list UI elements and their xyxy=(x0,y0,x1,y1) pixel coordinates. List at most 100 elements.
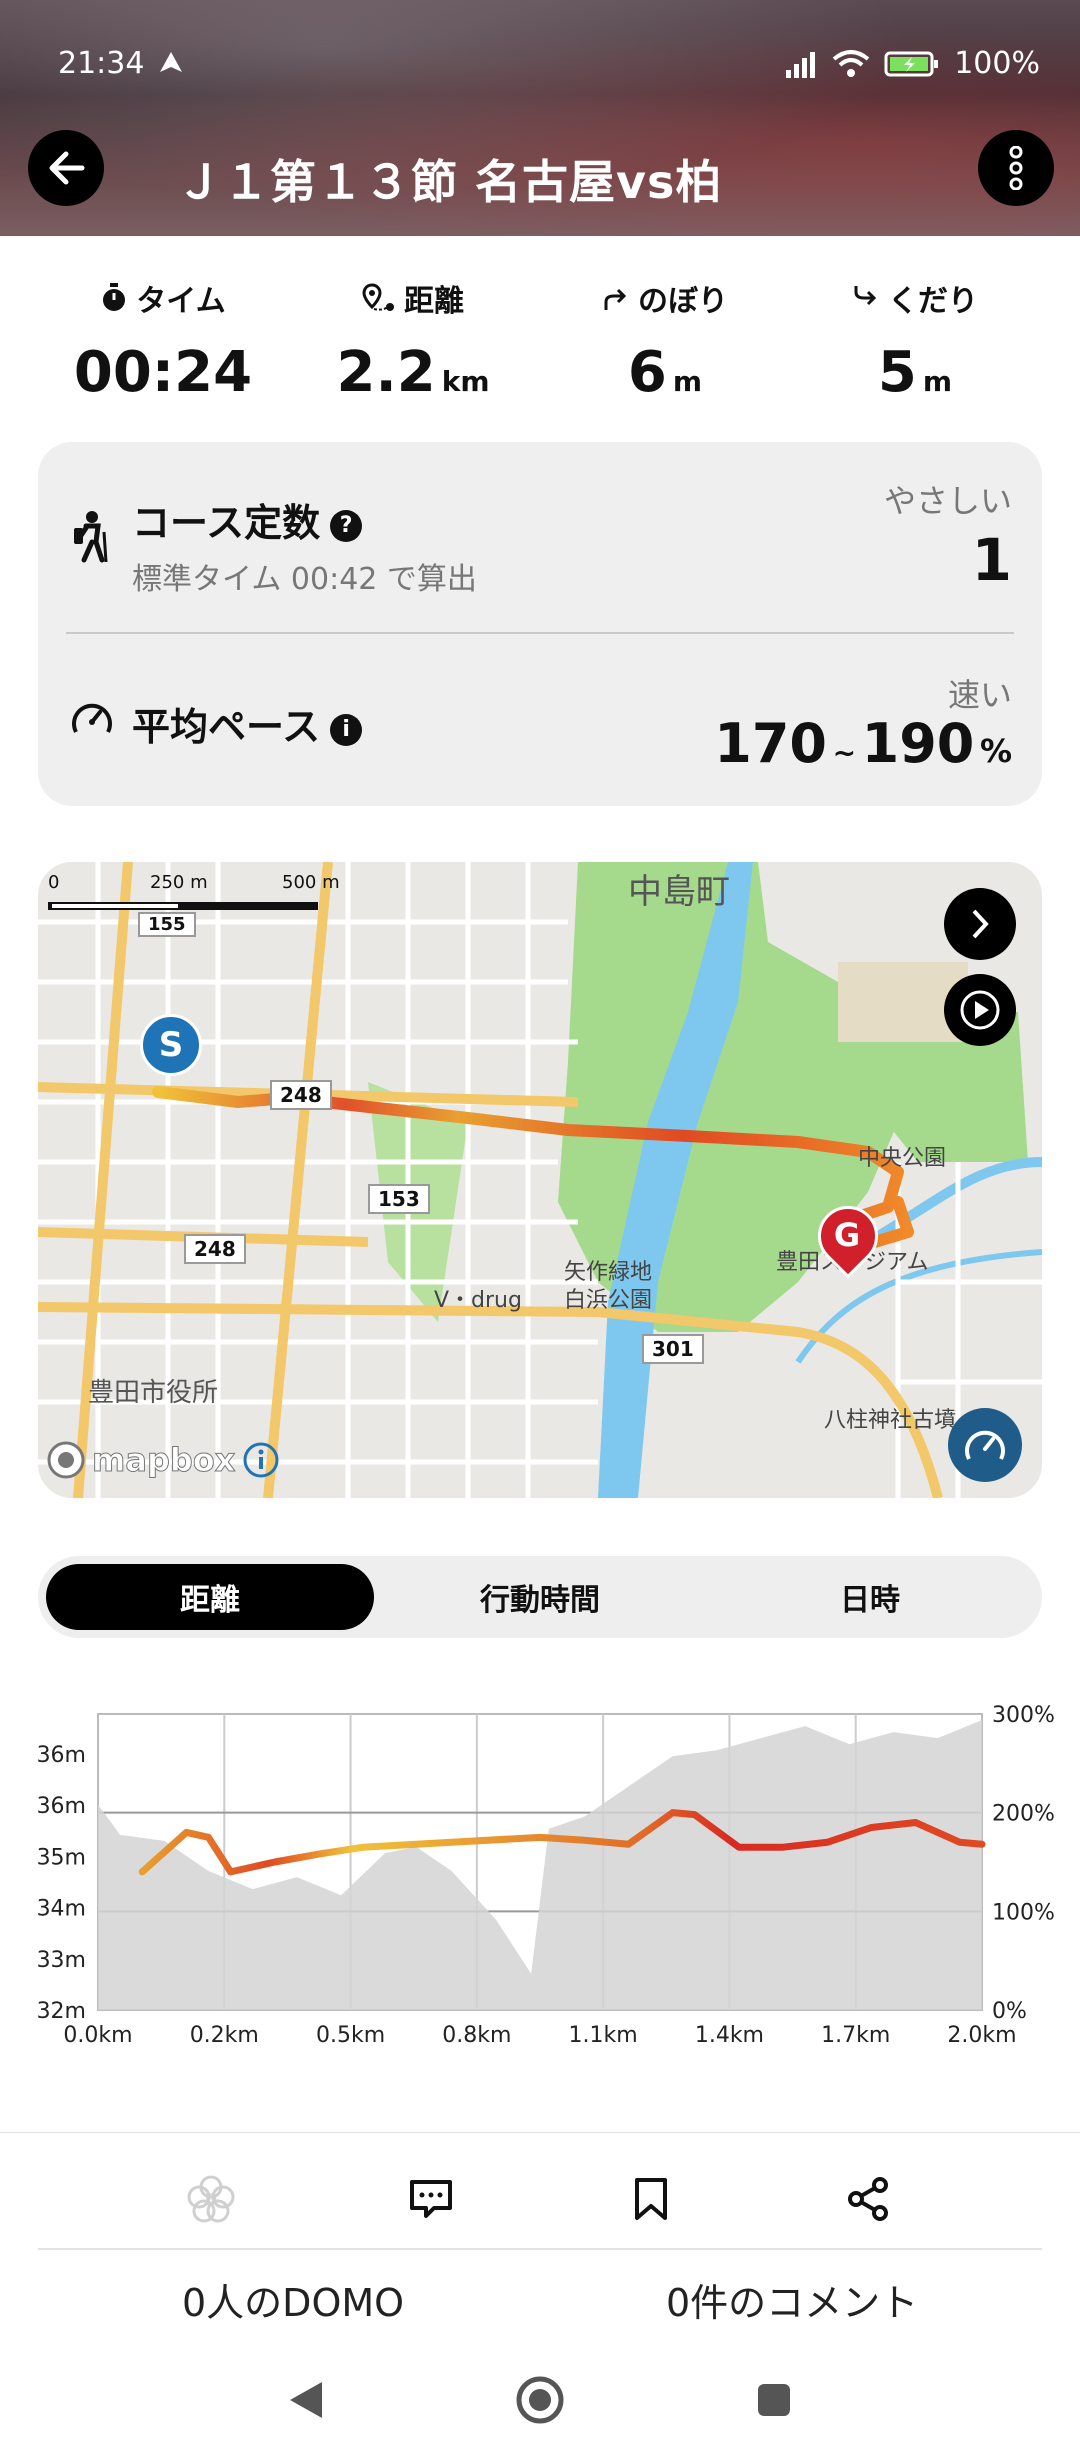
domo-button[interactable]: D xyxy=(176,2164,246,2234)
y-left-tick-label: 34m xyxy=(37,1897,86,1922)
nav-recents-button[interactable] xyxy=(756,2382,792,2422)
svg-text:D: D xyxy=(205,2190,217,2209)
x-tick-label: 1.1km xyxy=(569,2023,638,2048)
pace-range: 170 ~ 190 % xyxy=(714,712,1012,775)
y-left-tick-label: 36m xyxy=(37,1794,86,1819)
page-title: Ｊ１第１３節 名古屋vs柏 xyxy=(176,155,723,209)
nav-back-button[interactable] xyxy=(286,2378,326,2426)
navigation-status-icon xyxy=(158,50,184,78)
battery-level: 100% xyxy=(954,46,1040,81)
elevation-pace-chart: 0.0km 0.2km 0.5km 0.8km 1.1km 1.4km 1.7km 2.0km… xyxy=(37,1703,1055,2048)
domo-count[interactable]: 0人のDOMO xyxy=(182,2272,404,2327)
scale-label-250: 250 m xyxy=(150,872,208,893)
stat-label: のぼり xyxy=(638,284,728,319)
map-label-yahashira: 八柱神社古墳 xyxy=(824,1408,957,1433)
x-tick-label: 1.4km xyxy=(695,2023,764,2048)
scale-label-0: 0 xyxy=(48,872,60,893)
stat-time: タイム 00:24 xyxy=(38,276,288,405)
domo-flower-icon: D xyxy=(187,2175,235,2223)
route-sign-248-top: 248 xyxy=(270,1080,332,1110)
comment-icon xyxy=(410,2180,452,2218)
y-right-tick-label: 300% xyxy=(992,1703,1055,1728)
speedometer-icon xyxy=(965,1430,1005,1460)
x-tick-label: 0.8km xyxy=(442,2023,511,2048)
y-left-tick-label: 35m xyxy=(37,1845,86,1870)
share-icon xyxy=(848,2177,888,2221)
info-icon[interactable]: i xyxy=(330,713,363,746)
pace-low: 170 xyxy=(714,712,827,775)
stat-unit: km xyxy=(441,365,490,398)
nav-home-button[interactable] xyxy=(514,2374,566,2430)
pace-unit: % xyxy=(979,732,1012,770)
y-left-tick-label: 36m xyxy=(37,1743,86,1768)
stat-label: タイム xyxy=(136,284,226,319)
x-tick-label: 2.0km xyxy=(947,2023,1016,2048)
pace-sep: ~ xyxy=(832,736,857,769)
stat-unit: m xyxy=(922,365,953,398)
y-right-tick-label: 200% xyxy=(992,1802,1055,1827)
mapbox-wordmark: mapbox xyxy=(91,1441,236,1480)
map-pace-button[interactable] xyxy=(948,1408,1022,1482)
graph-axis-tabs: 距離 行動時間 日時 xyxy=(38,1556,1042,1638)
map-label-cityhall: 豊田市役所 xyxy=(88,1378,219,1408)
course-constant-value: 1 xyxy=(971,526,1012,594)
scale-label-500: 500 m xyxy=(282,872,340,893)
route-sign-153: 153 xyxy=(368,1184,430,1214)
counts-divider xyxy=(38,2248,1042,2250)
info-circle-icon[interactable] xyxy=(241,1440,281,1480)
action-bar-divider xyxy=(0,2132,1080,2133)
tab-datetime[interactable]: 日時 xyxy=(706,1564,1034,1630)
route-sign-301: 301 xyxy=(642,1334,704,1364)
mapbox-attribution[interactable]: mapbox xyxy=(46,1440,281,1480)
elevation-area xyxy=(98,1720,982,2010)
map-label-nakajima: 中島町 xyxy=(628,872,730,912)
help-icon[interactable]: ? xyxy=(330,509,363,542)
map-next-button[interactable] xyxy=(944,888,1016,960)
course-divider xyxy=(66,632,1014,634)
hiker-icon xyxy=(70,510,110,568)
signal-icon xyxy=(786,51,816,78)
share-button[interactable] xyxy=(834,2164,904,2234)
y-right-tick-label: 0% xyxy=(992,1999,1027,2024)
course-constant-sub: 標準タイム 00:42 で算出 xyxy=(132,562,477,597)
stat-distance: 距離 2.2 km xyxy=(288,276,538,405)
chevron-right-icon xyxy=(972,909,989,939)
battery-icon xyxy=(884,51,939,76)
back-button[interactable] xyxy=(28,130,104,206)
play-icon xyxy=(960,990,1000,1030)
stat-value: 00:24 xyxy=(73,340,253,405)
pace-high: 190 xyxy=(861,712,975,775)
stat-value: 2.2 xyxy=(336,340,436,405)
course-difficulty-label: やさしい xyxy=(883,482,1012,520)
comment-count[interactable]: 0件のコメント xyxy=(666,2272,918,2327)
stat-unit: m xyxy=(672,365,703,398)
course-constant-title: コース定数? xyxy=(132,492,363,547)
stopwatch-icon xyxy=(103,283,126,311)
square-recents-icon xyxy=(758,2384,790,2416)
x-tick-label: 0.5km xyxy=(316,2023,385,2048)
arrow-left-icon xyxy=(49,151,85,185)
pace-speed-label: 速い xyxy=(947,676,1012,714)
speedometer-icon xyxy=(70,698,114,742)
route-sign-155: 155 xyxy=(138,912,196,937)
route-map[interactable]: 0 250 m 500 m 中島町 中央公園 矢作緑地 白浜公園 豊田スタジアム… xyxy=(38,862,1042,1498)
average-pace-label: 平均ペース xyxy=(132,705,321,749)
tab-moving-time[interactable]: 行動時間 xyxy=(376,1564,704,1630)
bookmark-button[interactable] xyxy=(616,2164,686,2234)
more-options-button[interactable] xyxy=(978,130,1054,206)
comment-button[interactable] xyxy=(396,2164,466,2234)
stat-value: 5 xyxy=(877,340,917,405)
status-right: 100% xyxy=(784,46,1040,81)
kebab-menu-icon xyxy=(1009,146,1023,190)
x-tick-label: 1.7km xyxy=(821,2023,890,2048)
map-play-button[interactable] xyxy=(944,974,1016,1046)
average-pace-title: 平均ペース i xyxy=(132,696,363,751)
x-tick-label: 0.2km xyxy=(190,2023,259,2048)
course-summary-card: コース定数? 標準タイム 00:42 で算出 やさしい 1 平均ペース i 速い … xyxy=(38,442,1042,806)
stat-descent: くだり 5m xyxy=(790,276,1040,405)
start-marker[interactable]: S xyxy=(140,1014,202,1076)
tab-distance[interactable]: 距離 xyxy=(46,1564,374,1630)
distance-pin-icon xyxy=(362,283,394,311)
route-sign-248: 248 xyxy=(184,1234,246,1264)
stat-label: くだり xyxy=(888,284,978,319)
